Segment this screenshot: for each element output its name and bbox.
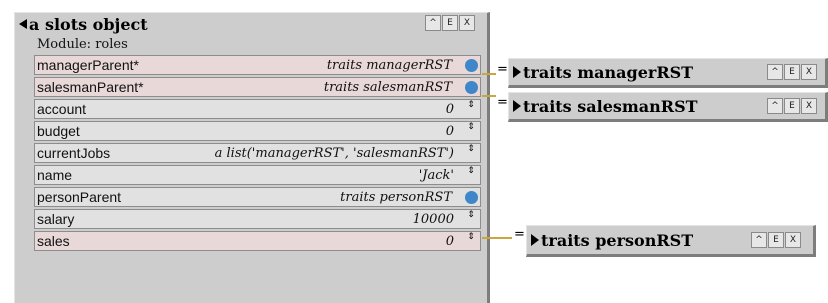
slot-value: traits managerRST: [326, 58, 452, 73]
outliner-traits-personRST[interactable]: traits personRST ^ E X: [526, 225, 816, 257]
slot-name: name: [37, 167, 73, 183]
slot-name: budget: [37, 123, 80, 139]
slot-value: 10000: [412, 212, 454, 227]
edit-button[interactable]: E: [442, 15, 458, 31]
reference-connector: [482, 73, 496, 75]
outliner-traits-salesmanRST[interactable]: traits salesmanRST ^ E X: [508, 92, 828, 122]
updown-arrows-icon[interactable]: ⇕: [465, 101, 477, 116]
slot-value: traits salesmanRST: [323, 80, 452, 95]
edit-button[interactable]: E: [784, 64, 800, 80]
edit-button[interactable]: E: [784, 98, 800, 114]
updown-arrows-icon[interactable]: ⇕: [465, 123, 477, 138]
window-buttons: ^ E X: [425, 15, 475, 31]
slot-name: sales: [37, 233, 70, 249]
slot-name: account: [37, 101, 87, 117]
outliner-title-row: traits managerRST: [513, 61, 693, 83]
slot-row-personParent[interactable]: personParent traits personRST: [34, 187, 481, 207]
slots-object-outliner: a slots object ^ E X Module: roles manag…: [14, 12, 490, 303]
slot-row-salary[interactable]: salary 10000 ⇕: [34, 209, 481, 229]
slot-row-sales[interactable]: sales 0 ⇕: [34, 231, 481, 251]
window-buttons: ^ E X: [767, 98, 817, 114]
slot-value: a list('managerRST', 'salesmanRST'): [214, 146, 454, 161]
up-button[interactable]: ^: [767, 64, 783, 80]
connector-end-icon: =: [514, 227, 525, 242]
reference-dot-icon[interactable]: [465, 81, 478, 94]
close-button[interactable]: X: [785, 232, 801, 248]
window-buttons: ^ E X: [751, 232, 801, 248]
slot-value: 0: [445, 124, 454, 139]
slot-row-account[interactable]: account 0 ⇕: [34, 99, 481, 119]
outliner-title-row: traits salesmanRST: [513, 95, 698, 117]
outliner-title: a slots object: [29, 14, 148, 34]
slot-value: 0: [445, 234, 454, 249]
updown-arrows-icon[interactable]: ⇕: [465, 233, 477, 248]
slot-name: managerParent*: [37, 57, 139, 73]
slot-name: salary: [37, 211, 75, 227]
module-label: Module: roles: [37, 37, 128, 52]
slot-name: personParent: [37, 189, 122, 205]
slot-row-managerParent[interactable]: managerParent* traits managerRST: [34, 55, 481, 75]
slot-row-budget[interactable]: budget 0 ⇕: [34, 121, 481, 141]
reference-connector: [482, 237, 512, 239]
slot-name: currentJobs: [37, 145, 111, 161]
updown-arrows-icon[interactable]: ⇕: [465, 167, 477, 182]
slot-value: traits personRST: [340, 190, 452, 205]
outliner-title: traits salesmanRST: [523, 96, 698, 116]
outliner-title-row: traits personRST: [531, 229, 693, 251]
outliner-title: traits managerRST: [523, 62, 694, 82]
expand-triangle-icon[interactable]: [531, 234, 539, 246]
connector-end-icon: =: [497, 95, 508, 110]
outliner-title-row: a slots object: [19, 13, 148, 35]
reference-dot-icon[interactable]: [465, 191, 478, 204]
window-buttons: ^ E X: [767, 64, 817, 80]
edit-button[interactable]: E: [768, 232, 784, 248]
outliner-title: traits personRST: [541, 230, 694, 250]
close-button[interactable]: X: [459, 15, 475, 31]
slot-row-name[interactable]: name 'Jack' ⇕: [34, 165, 481, 185]
updown-arrows-icon[interactable]: ⇕: [465, 211, 477, 226]
slot-row-currentJobs[interactable]: currentJobs a list('managerRST', 'salesm…: [34, 143, 481, 163]
reference-connector: [482, 95, 496, 97]
slot-row-salesmanParent[interactable]: salesmanParent* traits salesmanRST: [34, 77, 481, 97]
close-button[interactable]: X: [801, 64, 817, 80]
reference-dot-icon[interactable]: [465, 59, 478, 72]
collapse-triangle-icon[interactable]: [19, 19, 27, 29]
up-button[interactable]: ^: [425, 15, 441, 31]
connector-end-icon: =: [497, 62, 508, 77]
expand-triangle-icon[interactable]: [513, 100, 521, 112]
slot-value: 0: [445, 102, 454, 117]
slot-name: salesmanParent*: [37, 79, 144, 95]
updown-arrows-icon[interactable]: ⇕: [465, 145, 477, 160]
up-button[interactable]: ^: [767, 98, 783, 114]
slot-value: 'Jack': [418, 168, 454, 183]
up-button[interactable]: ^: [751, 232, 767, 248]
close-button[interactable]: X: [801, 98, 817, 114]
outliner-traits-managerRST[interactable]: traits managerRST ^ E X: [508, 58, 828, 88]
expand-triangle-icon[interactable]: [513, 66, 521, 78]
